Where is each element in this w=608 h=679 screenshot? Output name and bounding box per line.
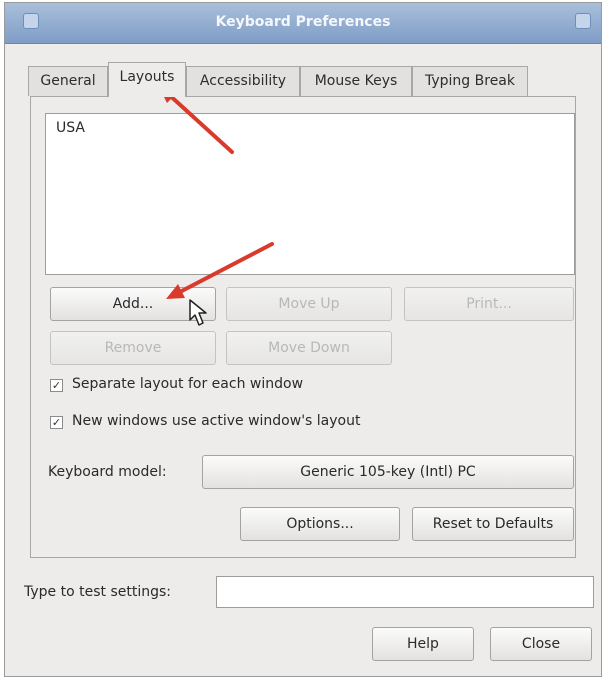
mouse-cursor-icon: [189, 299, 207, 326]
annotation-arrows: [158, 85, 274, 299]
arrow-to-add-button: [166, 242, 274, 299]
tab-layouts[interactable]: Layouts: [108, 62, 186, 97]
